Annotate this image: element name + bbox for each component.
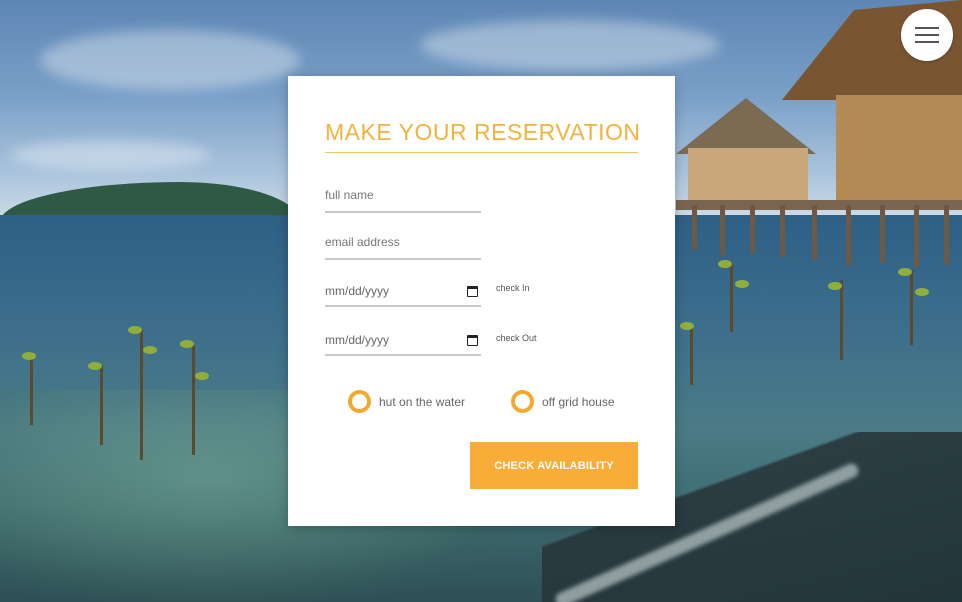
leaf <box>180 340 194 348</box>
check-in-label: check In <box>496 283 530 293</box>
radio-button[interactable] <box>511 390 534 413</box>
hut-wall <box>836 95 962 205</box>
stilt <box>914 205 919 267</box>
calendar-icon[interactable] <box>467 286 478 297</box>
stilt <box>846 205 851 265</box>
stilt <box>750 205 755 253</box>
check-in-date-input[interactable]: mm/dd/yyyy <box>325 279 481 307</box>
cloud <box>40 30 300 90</box>
check-in-date-value: mm/dd/yyyy <box>325 284 390 298</box>
hamburger-menu-icon <box>915 27 939 29</box>
form-title: MAKE YOUR RESERVATION <box>325 119 641 145</box>
menu-button[interactable] <box>901 9 953 61</box>
calendar-icon[interactable] <box>467 335 478 346</box>
leaf <box>88 362 102 370</box>
leaf <box>128 326 142 334</box>
leaf <box>718 260 732 268</box>
check-out-date-input[interactable]: mm/dd/yyyy <box>325 328 481 356</box>
radio-off-grid-house[interactable]: off grid house <box>511 390 615 413</box>
mangrove-plant <box>840 280 843 360</box>
check-out-label: check Out <box>496 333 537 343</box>
leaf <box>143 346 157 354</box>
leaf <box>915 288 929 296</box>
hamburger-menu-icon-line <box>915 34 939 36</box>
mangrove-plant <box>100 365 103 445</box>
stilt <box>692 205 697 250</box>
stilt <box>720 205 725 255</box>
leaf <box>898 268 912 276</box>
check-availability-button[interactable]: CHECK AVAILABILITY <box>470 442 638 489</box>
leaf <box>680 322 694 330</box>
cloud <box>420 20 720 70</box>
mangrove-plant <box>690 325 693 385</box>
stilt <box>812 205 817 260</box>
radio-hut-on-the-water[interactable]: hut on the water <box>348 390 465 413</box>
hamburger-menu-icon-line <box>915 41 939 43</box>
hut-wall <box>688 148 808 203</box>
cloud <box>10 140 210 170</box>
leaf <box>828 282 842 290</box>
mangrove-plant <box>910 270 913 345</box>
leaf <box>195 372 209 380</box>
mangrove-plant <box>30 355 33 425</box>
leaf <box>22 352 36 360</box>
stilt <box>780 205 785 257</box>
title-divider <box>325 152 638 153</box>
stilt <box>944 205 949 265</box>
leaf <box>735 280 749 288</box>
stilt <box>880 205 885 263</box>
mangrove-plant <box>192 345 195 455</box>
radio-button[interactable] <box>348 390 371 413</box>
hut-deck <box>676 200 962 210</box>
radio-label: off grid house <box>542 394 615 409</box>
check-out-date-value: mm/dd/yyyy <box>325 333 390 347</box>
radio-label: hut on the water <box>379 394 466 409</box>
full-name-input[interactable] <box>325 185 481 213</box>
email-input[interactable] <box>325 232 481 260</box>
mangrove-plant <box>730 262 733 332</box>
reservation-card: MAKE YOUR RESERVATION mm/dd/yyyy check I… <box>288 76 675 526</box>
